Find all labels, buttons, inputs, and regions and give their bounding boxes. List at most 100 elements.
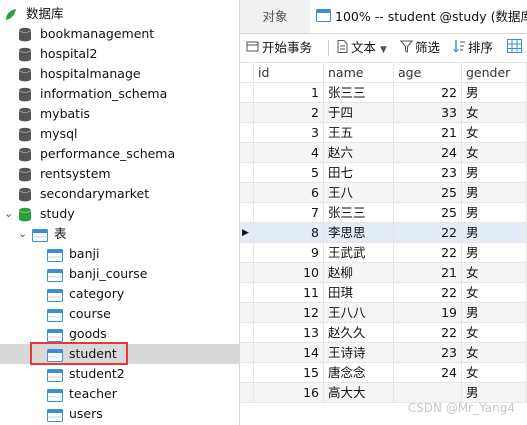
database-node-study[interactable]: ⌄ study bbox=[0, 204, 239, 224]
table-node-student2[interactable]: student2 bbox=[0, 364, 239, 384]
cell-id[interactable]: 14 bbox=[254, 343, 324, 363]
cell-name[interactable]: 李思思 bbox=[324, 223, 394, 243]
column-header-gender[interactable]: gender bbox=[462, 63, 527, 83]
table-row[interactable]: 6 王八 25 男 bbox=[240, 183, 527, 203]
connection-node[interactable]: 数据库 bbox=[0, 4, 239, 24]
cell-age[interactable]: 24 bbox=[394, 363, 462, 383]
cell-name[interactable]: 高大大 bbox=[324, 383, 394, 403]
grid-view-button[interactable] bbox=[507, 34, 522, 62]
cell-name[interactable]: 于四 bbox=[324, 103, 394, 123]
current-row-marker[interactable]: ▶ bbox=[240, 223, 254, 243]
table-row[interactable]: 1 张三三 22 男 bbox=[240, 83, 527, 103]
cell-name[interactable]: 王八八 bbox=[324, 303, 394, 323]
column-header-id[interactable]: id bbox=[254, 63, 324, 83]
cell-age[interactable]: 19 bbox=[394, 303, 462, 323]
table-row[interactable]: 5 田七 23 男 bbox=[240, 163, 527, 183]
row-indicator[interactable] bbox=[240, 243, 254, 263]
cell-name[interactable]: 赵六 bbox=[324, 143, 394, 163]
cell-id[interactable]: 5 bbox=[254, 163, 324, 183]
table-row[interactable]: 13 赵久久 22 女 bbox=[240, 323, 527, 343]
database-node[interactable]: information_schema bbox=[0, 84, 239, 104]
cell-age[interactable]: 25 bbox=[394, 203, 462, 223]
database-node[interactable]: bookmanagement bbox=[0, 24, 239, 44]
table-row[interactable]: 12 王八八 19 男 bbox=[240, 303, 527, 323]
database-node[interactable]: mybatis bbox=[0, 104, 239, 124]
cell-id[interactable]: 8 bbox=[254, 223, 324, 243]
database-node[interactable]: mysql bbox=[0, 124, 239, 144]
database-node[interactable]: hospital2 bbox=[0, 44, 239, 64]
sort-button[interactable]: 排序 bbox=[453, 34, 493, 62]
database-node[interactable]: secondarymarket bbox=[0, 184, 239, 204]
table-row[interactable]: 4 赵六 24 女 bbox=[240, 143, 527, 163]
table-row[interactable]: 2 于四 33 女 bbox=[240, 103, 527, 123]
cell-id[interactable]: 13 bbox=[254, 323, 324, 343]
cell-id[interactable]: 7 bbox=[254, 203, 324, 223]
row-indicator[interactable] bbox=[240, 303, 254, 323]
cell-age[interactable]: 21 bbox=[394, 123, 462, 143]
cell-name[interactable]: 王五 bbox=[324, 123, 394, 143]
table-node-category[interactable]: category bbox=[0, 284, 239, 304]
tables-folder-node[interactable]: ⌄ 表 bbox=[0, 224, 239, 244]
table-node-banji[interactable]: banji bbox=[0, 244, 239, 264]
tab-student-query[interactable]: 100% -- student @study (数据库) bbox=[310, 0, 527, 33]
cell-age[interactable]: 24 bbox=[394, 143, 462, 163]
cell-name[interactable]: 王诗诗 bbox=[324, 343, 394, 363]
table-node-goods[interactable]: goods bbox=[0, 324, 239, 344]
cell-gender[interactable]: 男 bbox=[462, 203, 527, 223]
cell-gender[interactable]: 男 bbox=[462, 163, 527, 183]
cell-gender[interactable]: 男 bbox=[462, 383, 527, 403]
tab-objects[interactable]: 对象 bbox=[240, 0, 310, 33]
cell-gender[interactable]: 男 bbox=[462, 183, 527, 203]
row-indicator[interactable] bbox=[240, 103, 254, 123]
table-row[interactable]: 14 王诗诗 23 女 bbox=[240, 343, 527, 363]
cell-id[interactable]: 9 bbox=[254, 243, 324, 263]
filter-button[interactable]: 筛选 bbox=[399, 34, 440, 62]
cell-age[interactable]: 22 bbox=[394, 223, 462, 243]
cell-gender[interactable]: 女 bbox=[462, 283, 527, 303]
cell-gender[interactable]: 女 bbox=[462, 123, 527, 143]
table-node-users[interactable]: users bbox=[0, 404, 239, 424]
cell-name[interactable]: 张三三 bbox=[324, 203, 394, 223]
table-node-banji_course[interactable]: banji_course bbox=[0, 264, 239, 284]
database-node[interactable]: rentsystem bbox=[0, 164, 239, 184]
cell-gender[interactable]: 女 bbox=[462, 263, 527, 283]
cell-id[interactable]: 6 bbox=[254, 183, 324, 203]
row-indicator[interactable] bbox=[240, 163, 254, 183]
cell-age[interactable]: 21 bbox=[394, 263, 462, 283]
row-indicator[interactable] bbox=[240, 183, 254, 203]
table-node-teacher[interactable]: teacher bbox=[0, 384, 239, 404]
column-header-name[interactable]: name bbox=[324, 63, 394, 83]
row-indicator[interactable] bbox=[240, 383, 254, 403]
cell-gender[interactable]: 男 bbox=[462, 303, 527, 323]
begin-transaction-button[interactable]: 开始事务 bbox=[246, 34, 312, 62]
row-indicator[interactable] bbox=[240, 343, 254, 363]
cell-age[interactable]: 22 bbox=[394, 283, 462, 303]
column-header-age[interactable]: age bbox=[394, 63, 462, 83]
cell-age[interactable]: 22 bbox=[394, 83, 462, 103]
row-indicator[interactable] bbox=[240, 323, 254, 343]
cell-id[interactable]: 3 bbox=[254, 123, 324, 143]
cell-name[interactable]: 王八 bbox=[324, 183, 394, 203]
cell-id[interactable]: 4 bbox=[254, 143, 324, 163]
cell-age[interactable]: 25 bbox=[394, 183, 462, 203]
cell-gender[interactable]: 男 bbox=[462, 83, 527, 103]
cell-name[interactable]: 赵久久 bbox=[324, 323, 394, 343]
chevron-down-icon[interactable]: ⌄ bbox=[4, 204, 13, 224]
cell-age[interactable]: 22 bbox=[394, 243, 462, 263]
table-row[interactable]: 10 赵柳 21 女 bbox=[240, 263, 527, 283]
row-indicator[interactable] bbox=[240, 203, 254, 223]
table-row[interactable]: 11 田琪 22 女 bbox=[240, 283, 527, 303]
table-row[interactable]: ▶ 8 李思思 22 男 bbox=[240, 223, 527, 243]
cell-id[interactable]: 16 bbox=[254, 383, 324, 403]
cell-name[interactable]: 田琪 bbox=[324, 283, 394, 303]
row-indicator[interactable] bbox=[240, 143, 254, 163]
table-row[interactable]: 7 张三三 25 男 bbox=[240, 203, 527, 223]
cell-gender[interactable]: 男 bbox=[462, 223, 527, 243]
cell-gender[interactable]: 女 bbox=[462, 323, 527, 343]
cell-name[interactable]: 张三三 bbox=[324, 83, 394, 103]
cell-name[interactable]: 唐念念 bbox=[324, 363, 394, 383]
cell-name[interactable]: 田七 bbox=[324, 163, 394, 183]
cell-gender[interactable]: 男 bbox=[462, 243, 527, 263]
cell-gender[interactable]: 女 bbox=[462, 103, 527, 123]
cell-id[interactable]: 11 bbox=[254, 283, 324, 303]
